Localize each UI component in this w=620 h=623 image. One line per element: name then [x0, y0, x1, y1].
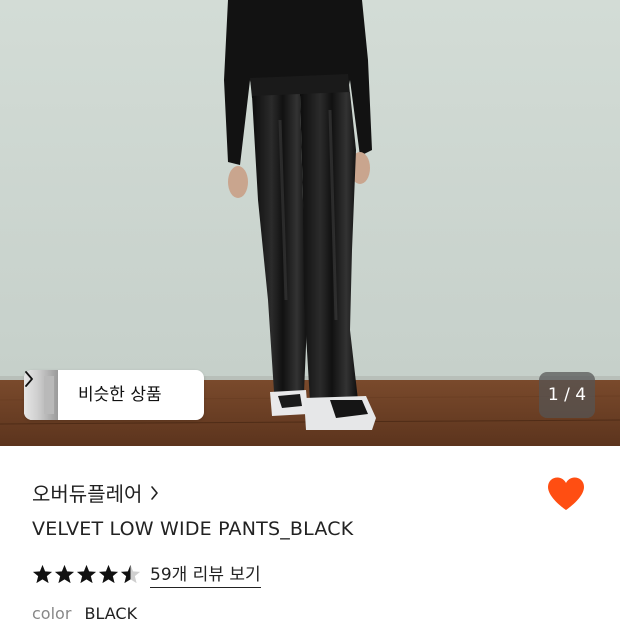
half-star-icon [120, 564, 141, 584]
brand-link[interactable]: 오버듀플레어 [32, 478, 159, 507]
star-icon [54, 564, 75, 584]
product-image-carousel[interactable]: 비슷한 상품 1 / 4 [0, 0, 620, 446]
heart-icon[interactable] [546, 476, 586, 512]
similar-products-label: 비슷한 상품 [78, 385, 162, 405]
product-title: VELVET LOW WIDE PANTS_BLACK [32, 518, 354, 540]
color-option: color BLACK [32, 604, 137, 623]
brand-name: 오버듀플레어 [32, 482, 143, 506]
star-icon [98, 564, 119, 584]
product-info-panel: 오버듀플레어 VELVET LOW WIDE PANTS_BLACK 59개 리… [0, 446, 620, 623]
reviews-link[interactable]: 59개 리뷰 보기 [150, 560, 261, 588]
chevron-right-icon [25, 371, 33, 387]
image-page-counter: 1 / 4 [539, 372, 595, 418]
color-value: BLACK [84, 604, 138, 623]
rating-row: 59개 리뷰 보기 [32, 560, 261, 588]
color-label: color [32, 604, 72, 623]
star-icon [32, 564, 53, 584]
similar-products-button[interactable]: 비슷한 상품 [24, 370, 204, 420]
chevron-right-icon [151, 485, 159, 500]
star-icon [76, 564, 97, 584]
star-rating [32, 564, 142, 584]
